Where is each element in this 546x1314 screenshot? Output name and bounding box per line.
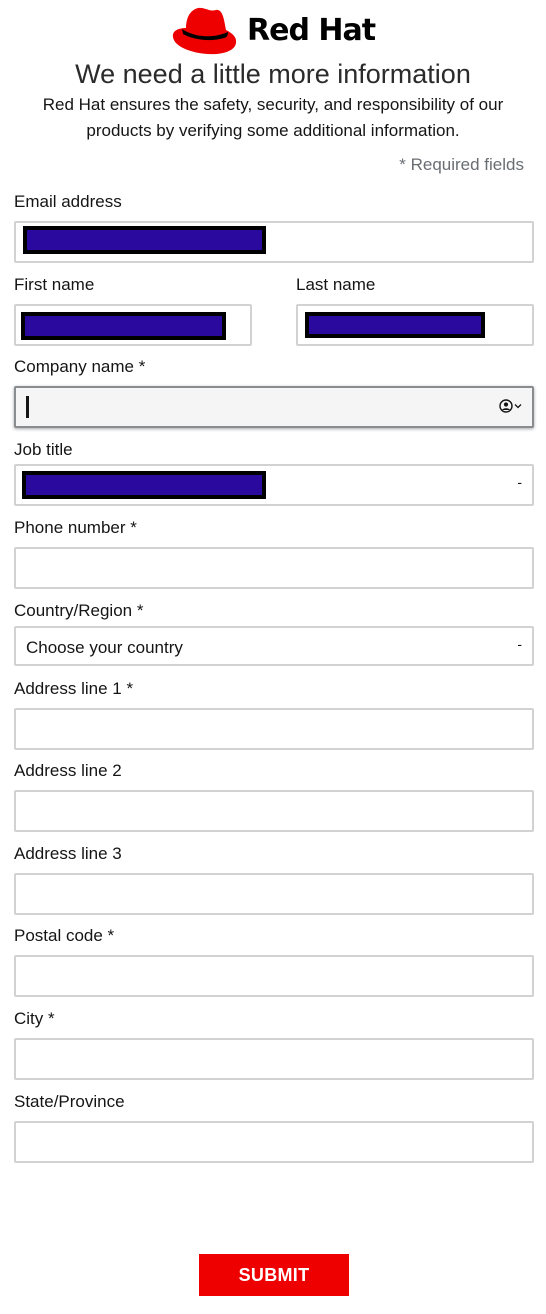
last-name-label: Last name [296, 275, 376, 294]
brand-name: Red Hat [247, 13, 376, 48]
postal-code-label: Postal code * [14, 926, 115, 945]
country-label: Country/Region * [14, 601, 144, 620]
chevron-down-icon [514, 404, 522, 409]
first-name-field[interactable] [14, 304, 252, 346]
address3-label: Address line 3 [14, 844, 122, 863]
autofill-contact-icon[interactable] [499, 399, 522, 413]
page-subtitle: Red Hat ensures the safety, security, an… [42, 95, 504, 140]
dropdown-caret-icon: - [517, 474, 522, 490]
red-hat-logo: Red Hat [172, 6, 382, 56]
required-fields-note: * Required fields [399, 155, 524, 174]
address1-field[interactable] [14, 708, 534, 750]
red-hat-icon [172, 7, 237, 55]
city-field[interactable] [14, 1038, 534, 1080]
country-selected-value: Choose your country [26, 638, 183, 657]
first-name-label: First name [14, 275, 95, 294]
address2-field[interactable] [14, 790, 534, 832]
page-title: We need a little more information [75, 59, 471, 89]
redacted-value [23, 226, 266, 254]
text-cursor [26, 396, 29, 418]
phone-field[interactable] [14, 547, 534, 589]
person-circle-icon [499, 399, 513, 413]
state-label: State/Province [14, 1092, 125, 1111]
city-label: City * [14, 1009, 55, 1028]
last-name-field[interactable] [296, 304, 534, 346]
postal-code-field[interactable] [14, 955, 534, 997]
email-label: Email address [14, 192, 122, 211]
address3-field[interactable] [14, 873, 534, 915]
address1-label: Address line 1 * [14, 679, 134, 698]
redacted-value [22, 471, 266, 499]
redacted-value [305, 312, 485, 338]
company-field[interactable] [14, 386, 534, 428]
address2-label: Address line 2 [14, 761, 122, 780]
phone-label: Phone number * [14, 518, 137, 537]
state-field[interactable] [14, 1121, 534, 1163]
country-select[interactable]: Choose your country - [14, 626, 534, 666]
job-title-label: Job title [14, 440, 73, 459]
email-field[interactable] [14, 221, 534, 263]
job-title-select[interactable]: - [14, 464, 534, 506]
redacted-value [21, 312, 226, 340]
dropdown-caret-icon: - [517, 636, 522, 652]
company-label: Company name * [14, 357, 146, 376]
submit-button[interactable]: SUBMIT [199, 1254, 349, 1296]
